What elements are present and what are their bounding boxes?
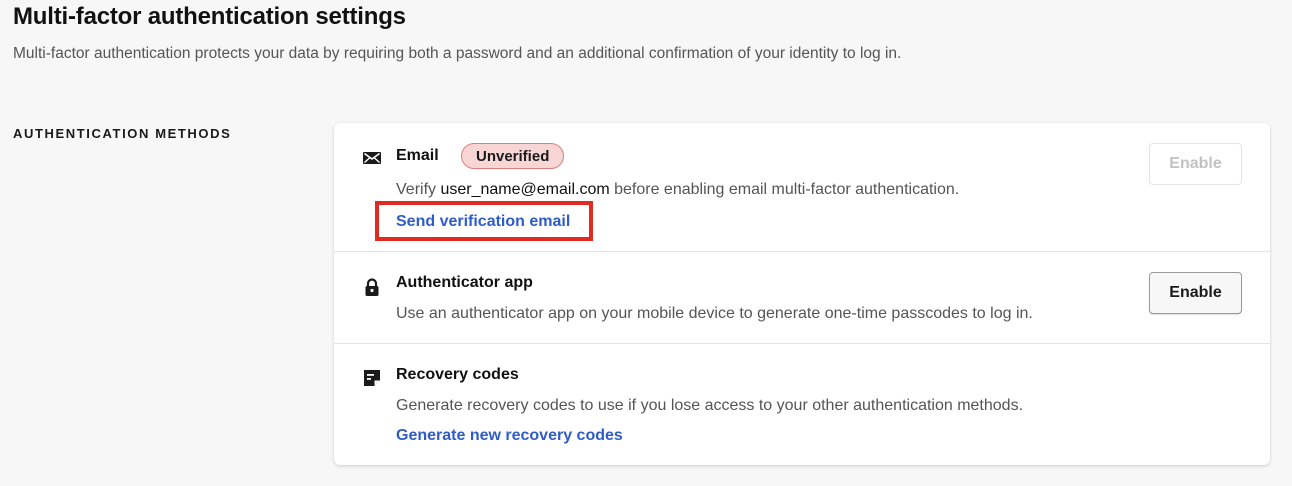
mfa-settings-page: Multi-factor authentication settings Mul…	[0, 0, 1292, 486]
generate-recovery-codes-link[interactable]: Generate new recovery codes	[396, 427, 623, 445]
recovery-codes-row: Recovery codes Generate recovery codes t…	[334, 344, 1270, 465]
page-title: Multi-factor authentication settings	[13, 3, 406, 30]
email-desc-prefix: Verify	[396, 181, 441, 198]
lock-icon	[362, 277, 382, 297]
email-desc-suffix: before enabling email multi-factor authe…	[609, 181, 960, 198]
authentication-methods-card: Email Unverified Verify user_name@email.…	[334, 123, 1270, 465]
unverified-status-badge: Unverified	[461, 143, 565, 169]
highlight-annotation-box	[375, 201, 593, 241]
recovery-codes-icon	[362, 368, 382, 388]
email-enable-button[interactable]: Enable	[1149, 143, 1242, 185]
envelope-icon	[362, 148, 382, 168]
page-description: Multi-factor authentication protects you…	[13, 45, 902, 62]
authenticator-method-description: Use an authenticator app on your mobile …	[396, 305, 1033, 322]
recovery-codes-title: Recovery codes	[396, 366, 519, 383]
authenticator-method-row: Authenticator app Use an authenticator a…	[334, 252, 1270, 344]
section-label: AUTHENTICATION METHODS	[13, 126, 232, 141]
email-method-title: Email	[396, 147, 439, 164]
email-method-row: Email Unverified Verify user_name@email.…	[334, 123, 1270, 252]
email-address: user_name@email.com	[440, 181, 610, 198]
recovery-codes-description: Generate recovery codes to use if you lo…	[396, 397, 1024, 414]
authenticator-enable-button[interactable]: Enable	[1149, 272, 1242, 314]
authenticator-method-title: Authenticator app	[396, 274, 533, 291]
email-method-description: Verify user_name@email.com before enabli…	[396, 181, 959, 199]
